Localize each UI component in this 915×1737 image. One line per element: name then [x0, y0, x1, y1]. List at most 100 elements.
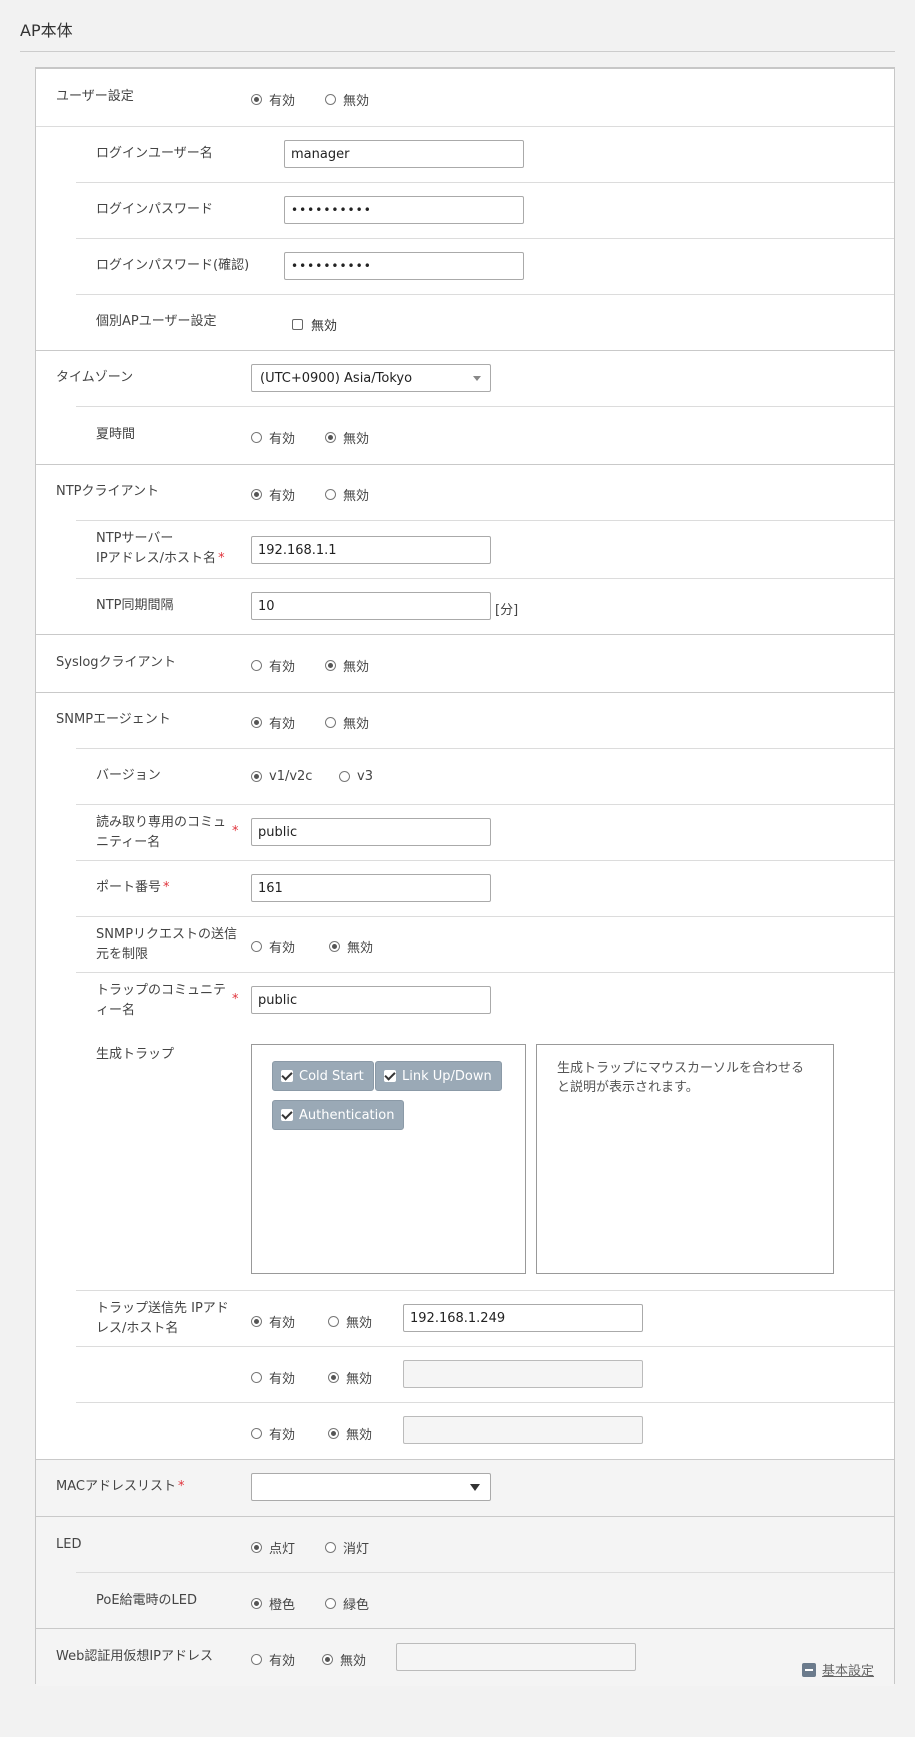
led-on-radio[interactable]: 点灯: [251, 1538, 295, 1557]
trap-dest-2-enable-radio[interactable]: 有効: [251, 1368, 295, 1387]
radio-dot: [325, 1542, 336, 1553]
timezone-select[interactable]: (UTC+0900) Asia/Tokyo: [251, 364, 491, 392]
ntp-interval-input[interactable]: 10: [251, 592, 491, 620]
trap-help-box: 生成トラップにマウスカーソルを合わせる と説明が表示されます。: [536, 1044, 834, 1274]
web-auth-virtual-ip-input[interactable]: [396, 1643, 636, 1671]
radio-dot: [251, 1372, 262, 1383]
port-number-label: ポート番号 *: [96, 880, 170, 895]
syslog-enable-radio[interactable]: 有効: [251, 656, 295, 675]
dst-label: 夏時間: [96, 427, 136, 442]
web-auth-virtual-ip-label: Web認証用仮想IPアドレス: [56, 1649, 214, 1664]
trap-selection-box: Cold Start Link Up/Down Authentication: [251, 1044, 526, 1274]
radio-dot: [251, 1428, 262, 1439]
radio-dot: [325, 489, 336, 500]
radio-dot: [251, 1654, 262, 1665]
trap-help-text: 生成トラップにマウスカーソルを合わせる と説明が表示されます。: [557, 1061, 805, 1095]
web-auth-enable-radio[interactable]: 有効: [251, 1650, 295, 1669]
port-number-input[interactable]: 161: [251, 874, 491, 902]
radio-dot: [251, 1542, 262, 1553]
snmp-restrict-label: SNMPリクエストの送信 元を制限: [96, 927, 238, 962]
login-password-confirm-label: ログインパスワード(確認): [96, 258, 250, 273]
dropdown-arrow-icon: [470, 1484, 480, 1491]
radio-dot: [325, 94, 336, 105]
snmp-version-label: バージョン: [96, 768, 161, 783]
trap-chip-authentication[interactable]: Authentication: [272, 1100, 405, 1130]
login-password-input[interactable]: ••••••••••: [284, 196, 524, 224]
generate-traps-label: 生成トラップ: [96, 1047, 175, 1062]
snmp-disable-radio[interactable]: 無効: [325, 713, 369, 732]
trap-dest-3-input[interactable]: [403, 1416, 643, 1444]
login-username-label: ログインユーザー名: [96, 146, 213, 161]
checkbox-checked-icon: [281, 1109, 293, 1121]
radio-dot: [325, 432, 336, 443]
radio-dot: [251, 1316, 262, 1327]
trap-dest-3-enable-radio[interactable]: 有効: [251, 1424, 295, 1443]
radio-dot: [251, 1598, 262, 1609]
radio-dot: [322, 1654, 333, 1665]
poe-led-green-radio[interactable]: 緑色: [325, 1594, 369, 1613]
radio-dot: [251, 94, 262, 105]
snmp-enable-radio[interactable]: 有効: [251, 713, 295, 732]
snmp-restrict-enable-radio[interactable]: 有効: [251, 937, 295, 956]
dst-disable-radio[interactable]: 無効: [325, 428, 369, 447]
timezone-label: タイムゾーン: [56, 370, 134, 385]
individual-ap-user-checkbox[interactable]: 無効: [292, 315, 337, 334]
snmp-version-v3-radio[interactable]: v3: [339, 769, 373, 784]
radio-dot: [251, 432, 262, 443]
user-settings-enable-radio[interactable]: 有効: [251, 90, 295, 109]
mac-address-list-select[interactable]: [251, 1473, 491, 1501]
radio-dot: [251, 717, 262, 728]
trap-chip-link-up-down[interactable]: Link Up/Down: [375, 1061, 502, 1091]
page-title: AP本体: [20, 21, 73, 40]
login-username-input[interactable]: manager: [284, 140, 524, 168]
basic-settings-link[interactable]: 基本設定: [802, 1660, 874, 1679]
snmp-restrict-disable-radio[interactable]: 無効: [329, 937, 373, 956]
mac-address-list-label: MACアドレスリスト *: [56, 1479, 185, 1494]
radio-dot: [325, 660, 336, 671]
trap-dest-1-disable-radio[interactable]: 無効: [328, 1312, 372, 1331]
user-settings-label: ユーザー設定: [56, 89, 134, 104]
checkbox-box: [292, 319, 303, 330]
web-auth-disable-radio[interactable]: 無効: [322, 1650, 366, 1669]
ro-community-input[interactable]: public: [251, 818, 491, 846]
snmp-version-v1-radio[interactable]: v1/v2c: [251, 769, 312, 784]
trap-dest-3-disable-radio[interactable]: 無効: [328, 1424, 372, 1443]
checkbox-checked-icon: [384, 1070, 396, 1082]
ntp-interval-label: NTP同期間隔: [96, 598, 174, 613]
trap-community-label: トラップのコミュニテ ィー名: [96, 983, 227, 1018]
snmp-agent-label: SNMPエージェント: [56, 712, 171, 727]
radio-dot: [325, 1598, 336, 1609]
syslog-disable-radio[interactable]: 無効: [325, 656, 369, 675]
required-mark: *: [218, 551, 225, 566]
collapse-icon: [802, 1662, 816, 1677]
login-password-label: ログインパスワード: [96, 202, 214, 217]
ntp-server-label: NTPサーバー IPアドレス/ホスト名 *: [96, 531, 225, 566]
ntp-server-input[interactable]: 192.168.1.1: [251, 536, 491, 564]
ntp-enable-radio[interactable]: 有効: [251, 485, 295, 504]
checkbox-checked-icon: [281, 1070, 293, 1082]
user-settings-disable-radio[interactable]: 無効: [325, 90, 369, 109]
dst-enable-radio[interactable]: 有効: [251, 428, 295, 447]
trap-destination-label: トラップ送信先 IPアド レス/ホスト名: [96, 1301, 229, 1336]
trap-chip-cold-start[interactable]: Cold Start: [272, 1061, 374, 1091]
poe-led-label: PoE給電時のLED: [96, 1593, 198, 1608]
trap-dest-2-input[interactable]: [403, 1360, 643, 1388]
radio-dot: [339, 771, 350, 782]
poe-led-orange-radio[interactable]: 橙色: [251, 1594, 295, 1613]
ntp-disable-radio[interactable]: 無効: [325, 485, 369, 504]
led-off-radio[interactable]: 消灯: [325, 1538, 369, 1557]
login-password-confirm-input[interactable]: ••••••••••: [284, 252, 524, 280]
radio-dot: [328, 1372, 339, 1383]
title-divider: [20, 51, 895, 52]
syslog-client-label: Syslogクライアント: [56, 655, 177, 670]
radio-dot: [251, 771, 262, 782]
trap-dest-1-input[interactable]: 192.168.1.249: [403, 1304, 643, 1332]
radio-dot: [325, 717, 336, 728]
dropdown-arrow-icon: [473, 376, 481, 381]
radio-dot: [251, 660, 262, 671]
radio-dot: [251, 489, 262, 500]
led-label: LED: [56, 1537, 82, 1552]
trap-community-input[interactable]: public: [251, 986, 491, 1014]
trap-dest-1-enable-radio[interactable]: 有効: [251, 1312, 295, 1331]
trap-dest-2-disable-radio[interactable]: 無効: [328, 1368, 372, 1387]
